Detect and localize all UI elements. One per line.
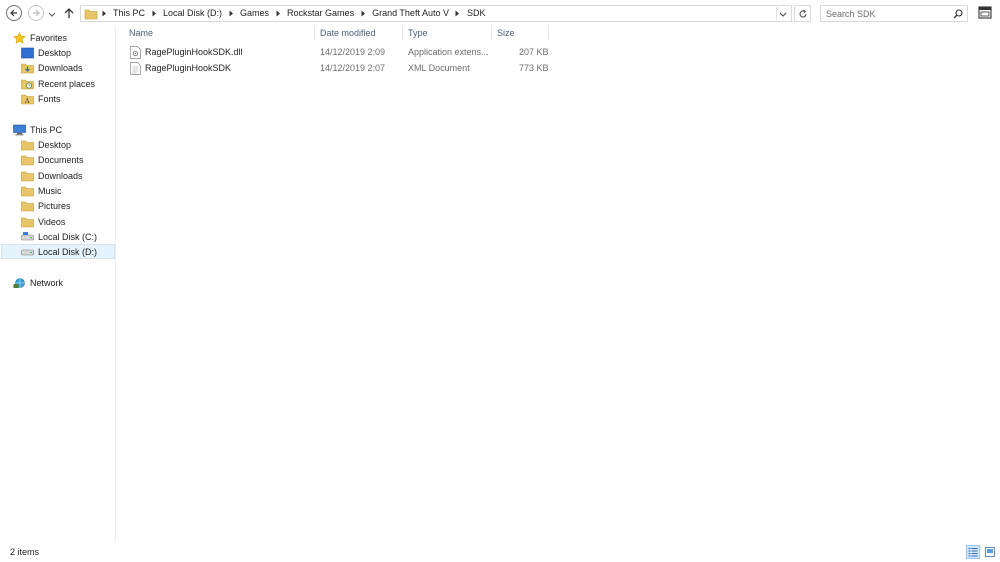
item-count: 2 items [10,547,40,557]
column-header-size[interactable]: Size [494,26,549,40]
file-list: Name Date modified Type Size RagePluginH… [117,26,1000,542]
recent-places-icon [21,79,34,89]
sidebar-item-label: Downloads [38,170,83,181]
chevron-down-icon [779,12,787,17]
forward-button[interactable] [28,5,44,21]
large-icons-view-icon [985,547,995,557]
desktop-icon [21,47,34,58]
breadcrumb-local-disk-d[interactable]: Local Disk (D:) [160,6,225,21]
file-type: Application extens... [408,47,489,57]
details-view-icon [968,548,978,557]
breadcrumb-chevron-icon[interactable] [357,8,369,20]
sidebar-item-label: Videos [38,216,66,227]
breadcrumb-chevron-icon[interactable] [98,8,110,20]
search-box[interactable] [820,5,968,22]
sidebar-item-favorites-desktop[interactable]: Desktop [21,45,71,60]
address-toolbar: This PC Local Disk (D:) Games Rockstar G… [0,0,1000,26]
back-button[interactable] [6,5,22,21]
arrow-left-icon [10,9,17,17]
sidebar-item-label: Pictures [38,200,71,211]
sidebar-item-label: Desktop [38,139,72,150]
sidebar-item-fonts[interactable]: A Fonts [21,91,61,106]
file-name: RagePluginHookSDK.dll [145,47,243,57]
breadcrumb-chevron-icon[interactable] [452,8,464,20]
sidebar-item-label: Documents [38,154,84,165]
sidebar-item-videos[interactable]: Videos [21,214,65,229]
sidebar-item-label: Desktop [38,47,72,58]
up-arrow-icon[interactable] [62,6,76,20]
drive-icon [21,231,34,240]
sidebar-item-label: Local Disk (C:) [38,231,98,242]
sidebar-favorites[interactable]: Favorites [13,30,67,45]
fonts-folder-icon: A [21,94,34,105]
breadcrumb-chevron-icon[interactable] [272,8,284,20]
file-row[interactable]: RagePluginHookSDK 14/12/2019 2:07 XML Do… [126,61,556,76]
folder-icon [84,9,98,19]
column-header-type[interactable]: Type [405,26,492,40]
sidebar-item-recent-places[interactable]: Recent places [21,76,95,91]
computer-icon [13,124,26,135]
dll-file-icon [130,46,141,59]
sidebar-item-local-disk-d[interactable]: Local Disk (D:) [1,244,115,259]
folder-icon [21,201,34,211]
folder-icon [21,140,34,150]
file-name: RagePluginHookSDK [145,63,232,73]
refresh-icon [799,9,807,18]
sidebar-favorites-label: Favorites [30,32,68,43]
breadcrumb-sdk[interactable]: SDK [464,6,489,21]
address-bar[interactable]: This PC Local Disk (D:) Games Rockstar G… [80,5,792,22]
sidebar-item-desktop[interactable]: Desktop [21,137,71,152]
sidebar-item-favorites-downloads[interactable]: Downloads [21,60,83,75]
folder-icon [21,155,34,165]
sidebar-item-label: Local Disk (D:) [38,246,98,257]
file-size: 773 KB [519,63,549,73]
file-row[interactable]: RagePluginHookSDK.dll 14/12/2019 2:09 Ap… [126,45,556,60]
arrow-right-icon [33,9,40,17]
status-bar: 2 items [0,542,1000,562]
sidebar-item-downloads[interactable]: Downloads [21,168,83,183]
refresh-button[interactable] [794,5,811,22]
details-view-button[interactable] [966,545,980,559]
preview-pane-icon[interactable] [978,6,992,19]
drive-icon [21,249,34,255]
column-header-name[interactable]: Name [126,26,315,40]
large-icons-view-button[interactable] [983,545,997,559]
address-history-button[interactable] [776,7,789,20]
search-icon[interactable] [953,9,963,19]
file-date-modified: 14/12/2019 2:07 [320,63,386,73]
sidebar-this-pc-label: This PC [30,124,63,135]
file-type: XML Document [408,63,470,73]
sidebar-item-label: Music [38,185,62,196]
breadcrumb-chevron-icon[interactable] [148,8,160,20]
sidebar-item-label: Downloads [38,62,83,73]
folder-icon [21,217,34,227]
recent-locations-chevron-icon[interactable] [48,10,56,18]
svg-text:A: A [24,98,30,105]
sidebar-item-music[interactable]: Music [21,183,62,198]
network-icon [13,277,25,288]
sidebar-item-label: Fonts [38,93,61,104]
downloads-folder-icon [21,63,34,73]
sidebar-item-pictures[interactable]: Pictures [21,198,71,213]
sidebar-item-documents[interactable]: Documents [21,152,84,167]
sidebar-this-pc[interactable]: This PC [13,122,62,137]
breadcrumb-gta-v[interactable]: Grand Theft Auto V [369,6,452,21]
folder-icon [21,171,34,181]
breadcrumb-this-pc[interactable]: This PC [110,6,148,21]
breadcrumb-games[interactable]: Games [237,6,272,21]
file-date-modified: 14/12/2019 2:09 [320,47,386,57]
breadcrumb-chevron-icon[interactable] [225,8,237,20]
breadcrumb-rockstar-games[interactable]: Rockstar Games [284,6,357,21]
folder-icon [21,186,34,196]
search-input[interactable] [821,8,946,19]
column-header-date-modified[interactable]: Date modified [317,26,403,40]
sidebar-item-label: Recent places [38,78,96,89]
xml-file-icon [130,62,141,75]
navigation-pane: Favorites Desktop Downloads Recent place… [0,26,116,542]
file-size: 207 KB [519,47,549,57]
sidebar-item-local-disk-c[interactable]: Local Disk (C:) [21,229,97,244]
star-icon [13,31,26,44]
sidebar-network-label: Network [30,277,64,288]
sidebar-network[interactable]: Network [13,275,63,290]
